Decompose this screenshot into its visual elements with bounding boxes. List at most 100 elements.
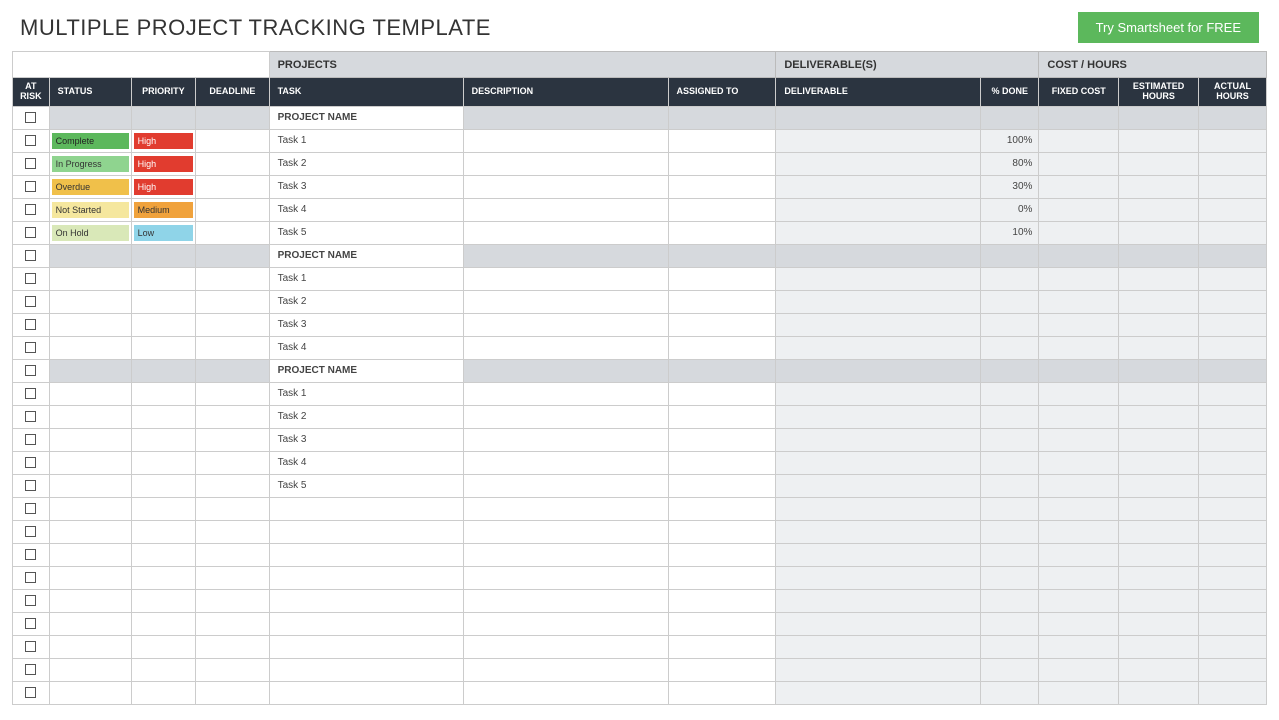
- status-cell[interactable]: Overdue: [49, 175, 131, 198]
- status-cell[interactable]: [49, 267, 131, 290]
- deadline-cell[interactable]: [196, 313, 269, 336]
- priority-cell[interactable]: [131, 405, 196, 428]
- at-risk-checkbox-cell[interactable]: [13, 474, 50, 497]
- deadline-cell[interactable]: [196, 405, 269, 428]
- pctdone-cell[interactable]: 0%: [981, 198, 1039, 221]
- fixedcost-cell[interactable]: [1039, 451, 1119, 474]
- at-risk-checkbox-cell[interactable]: [13, 497, 50, 520]
- pctdone-cell[interactable]: 80%: [981, 152, 1039, 175]
- task-cell[interactable]: Task 4: [269, 336, 463, 359]
- status-cell[interactable]: [49, 336, 131, 359]
- at-risk-checkbox-cell[interactable]: [13, 175, 50, 198]
- pctdone-cell[interactable]: [981, 290, 1039, 313]
- priority-cell[interactable]: [131, 336, 196, 359]
- deliverable-cell[interactable]: [776, 428, 981, 451]
- at-risk-checkbox-cell[interactable]: [13, 451, 50, 474]
- acthours-cell[interactable]: [1198, 428, 1266, 451]
- pctdone-cell[interactable]: [981, 382, 1039, 405]
- at-risk-checkbox-cell[interactable]: [13, 359, 50, 382]
- deliverable-cell[interactable]: [776, 129, 981, 152]
- at-risk-checkbox-cell[interactable]: [13, 520, 50, 543]
- assigned-cell[interactable]: [668, 290, 776, 313]
- acthours-cell[interactable]: [1198, 336, 1266, 359]
- fixedcost-cell[interactable]: [1039, 428, 1119, 451]
- status-cell[interactable]: Complete: [49, 129, 131, 152]
- deadline-cell[interactable]: [196, 198, 269, 221]
- at-risk-checkbox-cell[interactable]: [13, 198, 50, 221]
- deliverable-cell[interactable]: [776, 221, 981, 244]
- at-risk-checkbox-cell[interactable]: [13, 152, 50, 175]
- task-cell[interactable]: Task 4: [269, 198, 463, 221]
- task-cell[interactable]: Task 5: [269, 221, 463, 244]
- description-cell[interactable]: [463, 152, 668, 175]
- deadline-cell[interactable]: [196, 451, 269, 474]
- at-risk-checkbox-cell[interactable]: [13, 635, 50, 658]
- assigned-cell[interactable]: [668, 313, 776, 336]
- priority-cell[interactable]: [131, 313, 196, 336]
- status-cell[interactable]: [49, 405, 131, 428]
- description-cell[interactable]: [463, 428, 668, 451]
- at-risk-checkbox-cell[interactable]: [13, 129, 50, 152]
- acthours-cell[interactable]: [1198, 198, 1266, 221]
- deadline-cell[interactable]: [196, 336, 269, 359]
- description-cell[interactable]: [463, 313, 668, 336]
- at-risk-checkbox-cell[interactable]: [13, 244, 50, 267]
- deadline-cell[interactable]: [196, 382, 269, 405]
- acthours-cell[interactable]: [1198, 175, 1266, 198]
- pctdone-cell[interactable]: [981, 474, 1039, 497]
- status-cell[interactable]: Not Started: [49, 198, 131, 221]
- at-risk-checkbox-cell[interactable]: [13, 681, 50, 704]
- esthours-cell[interactable]: [1119, 175, 1199, 198]
- description-cell[interactable]: [463, 198, 668, 221]
- pctdone-cell[interactable]: 30%: [981, 175, 1039, 198]
- priority-cell[interactable]: High: [131, 129, 196, 152]
- description-cell[interactable]: [463, 267, 668, 290]
- project-name-cell[interactable]: PROJECT NAME: [269, 106, 463, 129]
- status-cell[interactable]: [49, 290, 131, 313]
- pctdone-cell[interactable]: [981, 428, 1039, 451]
- esthours-cell[interactable]: [1119, 382, 1199, 405]
- deadline-cell[interactable]: [196, 221, 269, 244]
- pctdone-cell[interactable]: [981, 451, 1039, 474]
- fixedcost-cell[interactable]: [1039, 198, 1119, 221]
- deliverable-cell[interactable]: [776, 290, 981, 313]
- pctdone-cell[interactable]: 100%: [981, 129, 1039, 152]
- task-cell[interactable]: Task 2: [269, 405, 463, 428]
- task-cell[interactable]: Task 1: [269, 267, 463, 290]
- description-cell[interactable]: [463, 336, 668, 359]
- acthours-cell[interactable]: [1198, 267, 1266, 290]
- description-cell[interactable]: [463, 382, 668, 405]
- esthours-cell[interactable]: [1119, 451, 1199, 474]
- acthours-cell[interactable]: [1198, 129, 1266, 152]
- at-risk-checkbox-cell[interactable]: [13, 658, 50, 681]
- deliverable-cell[interactable]: [776, 198, 981, 221]
- priority-cell[interactable]: High: [131, 152, 196, 175]
- project-name-cell[interactable]: PROJECT NAME: [269, 359, 463, 382]
- esthours-cell[interactable]: [1119, 198, 1199, 221]
- pctdone-cell[interactable]: [981, 267, 1039, 290]
- assigned-cell[interactable]: [668, 405, 776, 428]
- at-risk-checkbox-cell[interactable]: [13, 382, 50, 405]
- at-risk-checkbox-cell[interactable]: [13, 267, 50, 290]
- status-cell[interactable]: [49, 474, 131, 497]
- assigned-cell[interactable]: [668, 129, 776, 152]
- deliverable-cell[interactable]: [776, 175, 981, 198]
- priority-cell[interactable]: [131, 451, 196, 474]
- deliverable-cell[interactable]: [776, 405, 981, 428]
- assigned-cell[interactable]: [668, 175, 776, 198]
- deliverable-cell[interactable]: [776, 336, 981, 359]
- fixedcost-cell[interactable]: [1039, 175, 1119, 198]
- priority-cell[interactable]: [131, 267, 196, 290]
- status-cell[interactable]: [49, 382, 131, 405]
- deadline-cell[interactable]: [196, 428, 269, 451]
- acthours-cell[interactable]: [1198, 290, 1266, 313]
- pctdone-cell[interactable]: 10%: [981, 221, 1039, 244]
- pctdone-cell[interactable]: [981, 405, 1039, 428]
- esthours-cell[interactable]: [1119, 129, 1199, 152]
- fixedcost-cell[interactable]: [1039, 152, 1119, 175]
- assigned-cell[interactable]: [668, 428, 776, 451]
- description-cell[interactable]: [463, 451, 668, 474]
- at-risk-checkbox-cell[interactable]: [13, 290, 50, 313]
- esthours-cell[interactable]: [1119, 221, 1199, 244]
- priority-cell[interactable]: [131, 474, 196, 497]
